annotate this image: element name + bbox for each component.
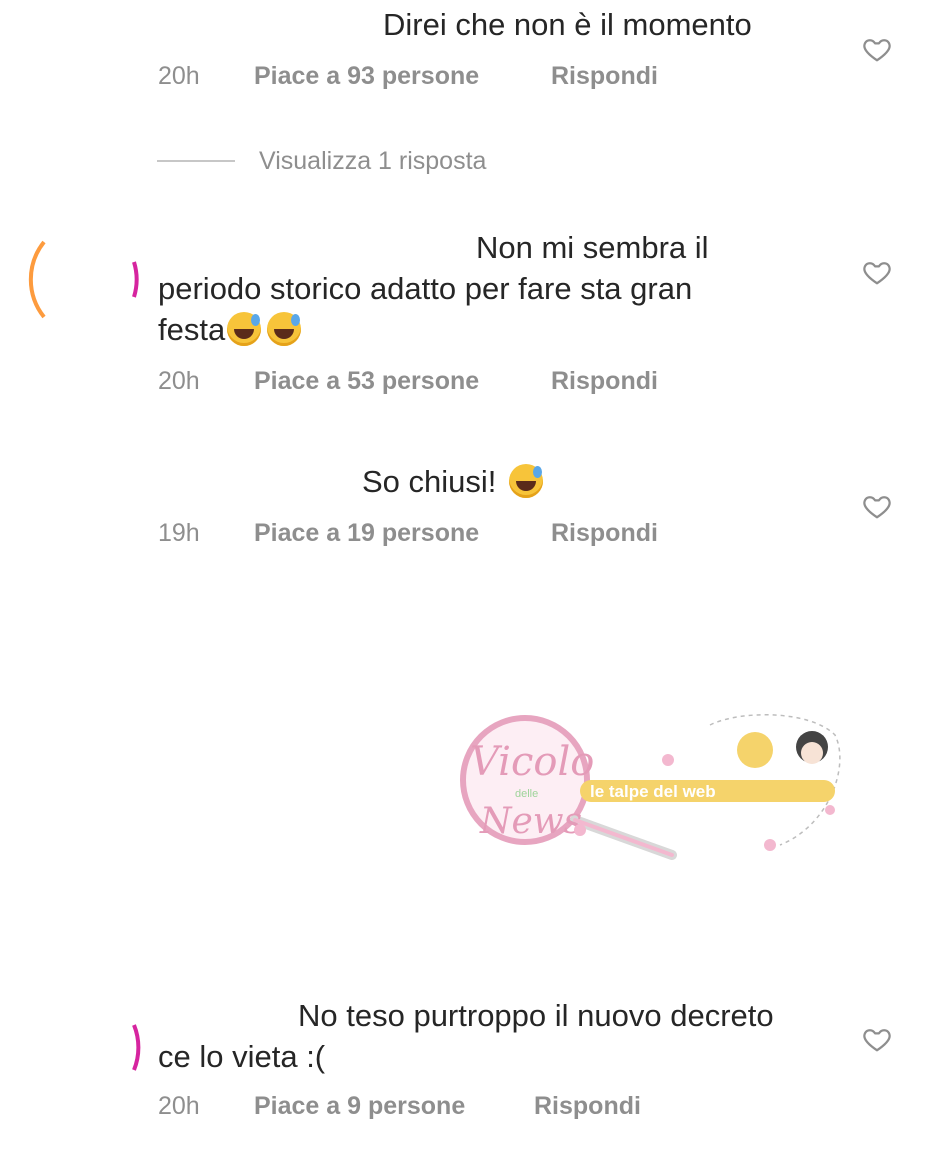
comment-text-line-2: periodo storico adatto per fare sta gran xyxy=(158,271,693,306)
view-replies-button[interactable]: Visualizza 1 risposta xyxy=(259,147,486,176)
likes-count-button[interactable]: Piace a 53 persone xyxy=(254,367,479,396)
reply-button[interactable]: Rispondi xyxy=(534,1092,641,1121)
comment-time: 20h xyxy=(158,1092,200,1120)
likes-count: Piace a 53 persone xyxy=(254,367,480,395)
svg-text:Vicolo: Vicolo xyxy=(470,739,594,785)
heart-outline-icon[interactable] xyxy=(862,257,892,287)
comment-text-line-1: No teso purtroppo il nuovo decreto xyxy=(298,998,774,1033)
grinning-sweat-emoji-icon xyxy=(227,312,262,346)
comment-time: 20h xyxy=(158,367,200,395)
heart-outline-icon[interactable] xyxy=(862,1024,892,1054)
reply-label: Rispondi xyxy=(534,1092,641,1120)
avatar-story-ring-icon xyxy=(28,240,139,319)
likes-count: Piace a 93 persone xyxy=(254,62,480,90)
avatar[interactable] xyxy=(4,207,144,347)
likes-count: Piace a 19 persone xyxy=(254,519,480,547)
reply-button[interactable]: Rispondi xyxy=(551,519,658,548)
svg-text:News: News xyxy=(479,801,582,842)
grinning-sweat-emoji-icon xyxy=(267,312,302,346)
svg-text:delle: delle xyxy=(515,788,538,800)
comment-text: Direi che non è il momento xyxy=(383,7,752,42)
heart-outline-icon[interactable] xyxy=(862,491,892,521)
comment-text-word: So chiusi! xyxy=(362,464,497,499)
reply-label: Rispondi xyxy=(551,519,658,547)
likes-count-button[interactable]: Piace a 93 persone xyxy=(254,62,479,91)
watermark-tagline: le talpe del web xyxy=(590,782,716,801)
reply-button[interactable]: Rispondi xyxy=(551,62,658,91)
avatar[interactable] xyxy=(4,975,144,1115)
likes-count-button[interactable]: Piace a 9 persone xyxy=(254,1092,465,1121)
avatar-story-ring-icon xyxy=(132,1024,141,1071)
magnifier-logo-icon: Vicolo delle News le talpe del web xyxy=(460,714,841,860)
reply-button[interactable]: Rispondi xyxy=(551,367,658,396)
reply-label: Rispondi xyxy=(551,367,658,395)
comment-text-line-3: festa xyxy=(158,309,302,351)
tears-of-joy-emoji-icon xyxy=(509,464,544,498)
replies-divider xyxy=(157,160,235,162)
comment-time: 20h xyxy=(158,62,200,90)
comment-text-word: festa xyxy=(158,312,226,347)
watermark-logo: Vicolo delle News le talpe del web xyxy=(410,705,850,875)
comment-text-line-1: Non mi sembra il xyxy=(476,230,709,265)
likes-count-button[interactable]: Piace a 19 persone xyxy=(254,519,479,548)
heart-outline-icon[interactable] xyxy=(862,34,892,64)
reply-label: Rispondi xyxy=(551,62,658,90)
comment-text: So chiusi! xyxy=(362,461,544,503)
comment-time: 19h xyxy=(158,519,200,547)
likes-count: Piace a 9 persone xyxy=(254,1092,466,1120)
comment-meta: 20h xyxy=(158,62,200,91)
comment-text-line-2: ce lo vieta :( xyxy=(158,1039,326,1074)
view-replies-label: Visualizza 1 risposta xyxy=(259,147,487,175)
